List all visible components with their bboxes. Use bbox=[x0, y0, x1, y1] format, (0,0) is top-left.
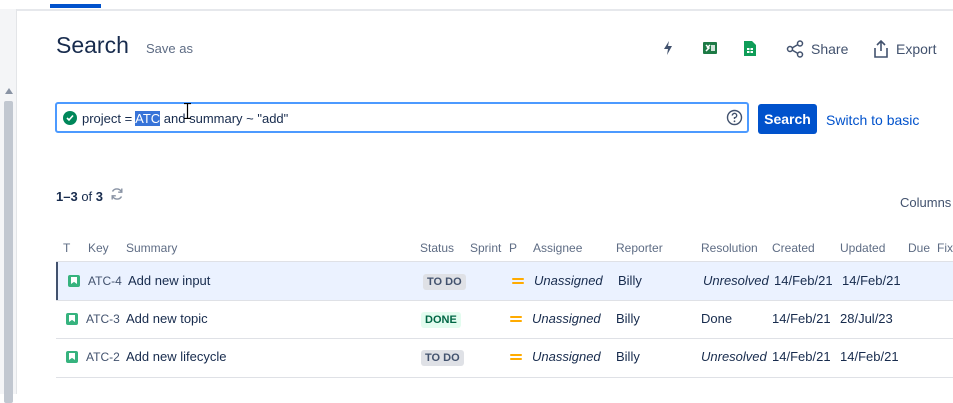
assignee-cell[interactable]: Unassigned bbox=[532, 349, 601, 364]
updated-cell: 28/Jul/23 bbox=[840, 311, 893, 326]
created-cell: 14/Feb/21 bbox=[772, 311, 831, 326]
scrollbar-thumb[interactable] bbox=[4, 101, 13, 403]
jql-selected-text: ATC bbox=[135, 111, 161, 126]
column-header-created[interactable]: Created bbox=[772, 241, 815, 255]
column-header-sprint[interactable]: Sprint bbox=[470, 241, 501, 255]
resolution-cell: Unresolved bbox=[701, 349, 767, 364]
created-cell: 14/Feb/21 bbox=[774, 273, 833, 288]
table-row[interactable]: ATC-2 Add new lifecycle TO DO Unassigned… bbox=[56, 338, 953, 376]
export-button[interactable]: Export bbox=[873, 38, 936, 60]
column-header-priority[interactable]: P bbox=[509, 241, 517, 255]
table-row[interactable]: ATC-4 Add new input TO DO Unassigned Bil… bbox=[56, 262, 953, 300]
reporter-cell[interactable]: Billy bbox=[616, 311, 640, 326]
refresh-icon[interactable] bbox=[110, 187, 124, 201]
status-badge: DONE bbox=[421, 312, 461, 328]
column-header-updated[interactable]: Updated bbox=[840, 241, 885, 255]
issue-key-link[interactable]: ATC-3 bbox=[86, 312, 120, 326]
results-total: 3 bbox=[95, 189, 104, 204]
created-cell: 14/Feb/21 bbox=[772, 349, 831, 364]
text-cursor-icon bbox=[184, 102, 191, 120]
column-header-reporter[interactable]: Reporter bbox=[616, 241, 663, 255]
table-row[interactable]: ATC-3 Add new topic DONE Unassigned Bill… bbox=[56, 300, 953, 338]
priority-medium-icon bbox=[512, 277, 524, 285]
column-header-key[interactable]: Key bbox=[88, 241, 109, 255]
excel-icon[interactable] bbox=[702, 38, 718, 58]
results-count: 1–3 of 3 bbox=[56, 189, 103, 204]
share-button[interactable]: Share bbox=[786, 38, 848, 60]
story-icon bbox=[66, 351, 78, 363]
jql-query-input[interactable]: project = ATC and summary ~ "add" bbox=[55, 102, 749, 133]
column-header-type[interactable]: T bbox=[63, 241, 70, 255]
issue-summary-link[interactable]: Add new lifecycle bbox=[126, 349, 226, 364]
priority-medium-icon bbox=[510, 315, 522, 323]
help-icon[interactable] bbox=[726, 109, 743, 126]
story-icon bbox=[68, 275, 80, 287]
issue-key-link[interactable]: ATC-4 bbox=[88, 274, 122, 288]
switch-to-basic-link[interactable]: Switch to basic bbox=[826, 112, 919, 128]
table-bottom-divider bbox=[56, 377, 953, 378]
issue-summary-link[interactable]: Add new topic bbox=[126, 311, 208, 326]
priority-medium-icon bbox=[510, 353, 522, 361]
column-header-due[interactable]: Due bbox=[908, 241, 930, 255]
updated-cell: 14/Feb/21 bbox=[842, 273, 901, 288]
results-range: 1–3 bbox=[56, 189, 78, 204]
search-button[interactable]: Search bbox=[758, 104, 817, 134]
resolution-cell: Done bbox=[701, 311, 733, 326]
reporter-cell[interactable]: Billy bbox=[618, 273, 642, 288]
updated-cell: 14/Feb/21 bbox=[840, 349, 899, 364]
column-header-fix[interactable]: Fix bbox=[937, 241, 953, 255]
export-icon bbox=[874, 40, 888, 58]
active-tab-indicator bbox=[50, 4, 101, 8]
valid-query-check-icon bbox=[63, 111, 77, 125]
jql-suffix: and summary ~ "add" bbox=[160, 111, 289, 126]
column-header-assignee[interactable]: Assignee bbox=[533, 241, 582, 255]
share-icon bbox=[786, 40, 804, 58]
reporter-cell[interactable]: Billy bbox=[616, 349, 640, 364]
left-scroll-rail bbox=[0, 9, 17, 403]
results-of-label: of bbox=[81, 189, 93, 204]
bolt-icon[interactable] bbox=[660, 38, 676, 58]
status-badge: TO DO bbox=[421, 350, 464, 366]
resolution-cell: Unresolved bbox=[703, 273, 769, 288]
top-nav-bar bbox=[0, 0, 953, 11]
jql-prefix: project = bbox=[82, 111, 136, 126]
columns-button[interactable]: Columns bbox=[900, 195, 951, 210]
assignee-cell[interactable]: Unassigned bbox=[532, 311, 601, 326]
column-header-summary[interactable]: Summary bbox=[126, 241, 177, 255]
sheets-icon[interactable] bbox=[742, 38, 758, 58]
column-header-resolution[interactable]: Resolution bbox=[701, 241, 758, 255]
scroll-up-arrow-icon[interactable] bbox=[5, 88, 13, 94]
story-icon bbox=[66, 313, 78, 325]
issue-summary-link[interactable]: Add new input bbox=[128, 273, 210, 288]
status-badge: TO DO bbox=[423, 274, 466, 290]
column-header-status[interactable]: Status bbox=[420, 241, 454, 255]
export-label: Export bbox=[896, 41, 937, 57]
share-label: Share bbox=[811, 41, 849, 57]
save-as-button[interactable]: Save as bbox=[146, 41, 193, 56]
page-title: Search bbox=[56, 32, 129, 58]
assignee-cell[interactable]: Unassigned bbox=[534, 273, 603, 288]
issue-key-link[interactable]: ATC-2 bbox=[86, 350, 120, 364]
